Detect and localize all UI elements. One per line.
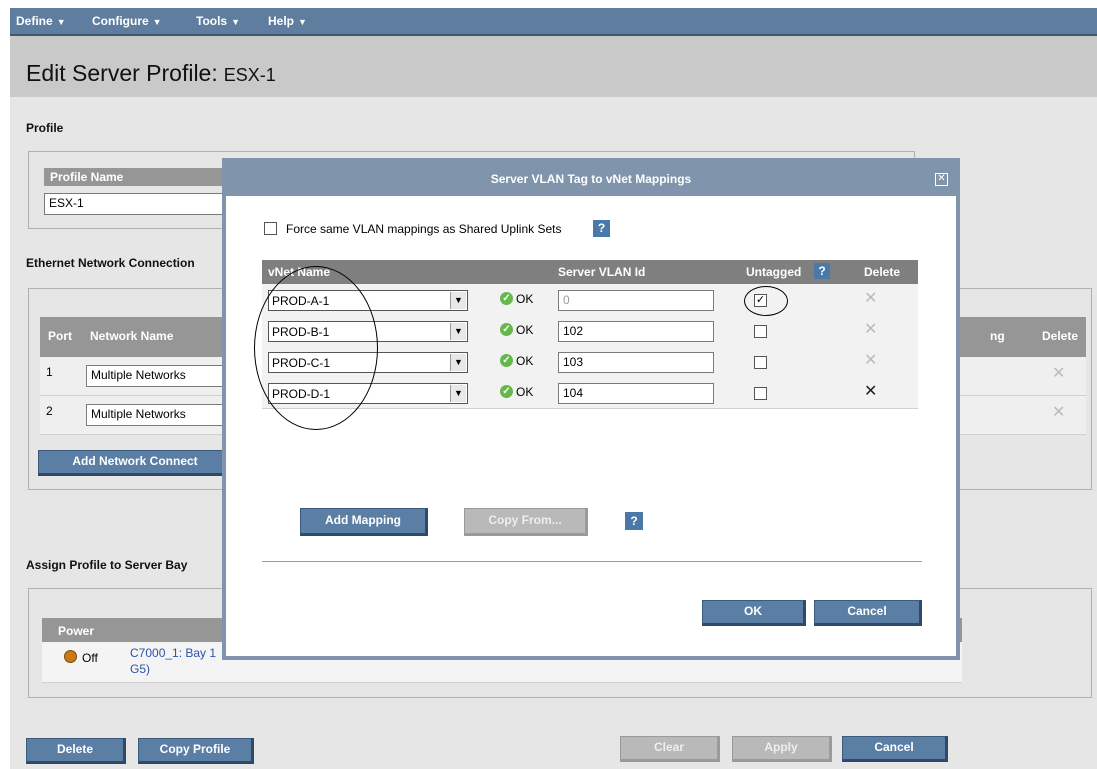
status-text: OK xyxy=(516,385,534,399)
port-cell: 2 xyxy=(46,404,53,418)
ethernet-heading: Ethernet Network Connection xyxy=(26,256,195,270)
bay-link[interactable]: C7000_1: Bay 1 xyxy=(130,646,216,660)
menu-define-label: Define xyxy=(16,14,53,28)
untagged-checkbox[interactable] xyxy=(754,325,767,338)
mapping-table-header: vNet Name Server VLAN Id Untagged ? Dele… xyxy=(262,260,918,284)
col-untagged: Untagged xyxy=(746,265,802,279)
menu-configure-label: Configure xyxy=(92,14,149,28)
force-vlan-label: Force same VLAN mappings as Shared Uplin… xyxy=(286,222,562,236)
vlan-id-input[interactable]: 102 xyxy=(558,321,714,342)
untagged-checkbox[interactable] xyxy=(754,356,767,369)
ok-check-icon: ✓ xyxy=(500,323,513,336)
vlan-id-input[interactable]: 0 xyxy=(558,290,714,311)
untagged-checkbox[interactable] xyxy=(754,387,767,400)
cancel-button[interactable]: Cancel xyxy=(842,736,948,762)
divider xyxy=(262,561,922,562)
menu-tools[interactable]: Tools ▼ xyxy=(196,14,240,28)
force-vlan-checkbox[interactable] xyxy=(264,222,277,235)
chevron-down-icon: ▼ xyxy=(450,292,466,309)
power-off-icon xyxy=(64,650,77,663)
page-title: Edit Server Profile: ESX-1 xyxy=(26,60,276,87)
chevron-down-icon: ▼ xyxy=(152,17,162,27)
menu-bar: Define ▼ Configure ▼ Tools ▼ Help ▼ xyxy=(10,8,1097,36)
chevron-down-icon: ▼ xyxy=(450,323,466,340)
delete-button[interactable]: Delete xyxy=(26,738,126,764)
clear-button[interactable]: Clear xyxy=(620,736,720,762)
network-select[interactable]: Multiple Networks xyxy=(86,365,226,387)
annotation-ellipse-untagged xyxy=(744,286,788,316)
delete-icon[interactable]: ✕ xyxy=(864,381,877,401)
profile-name-header: Profile Name xyxy=(44,168,224,186)
status-text: OK xyxy=(516,323,534,337)
menu-tools-label: Tools xyxy=(196,14,228,28)
add-mapping-button[interactable]: Add Mapping xyxy=(300,508,428,536)
delete-icon[interactable]: ✕ xyxy=(1052,363,1065,383)
cancel-button[interactable]: Cancel xyxy=(814,600,922,626)
col-power: Power xyxy=(58,624,95,638)
col-network-name: Network Name xyxy=(90,329,174,343)
help-icon[interactable]: ? xyxy=(593,220,610,237)
menu-configure[interactable]: Configure ▼ xyxy=(92,14,162,28)
chevron-down-icon: ▼ xyxy=(298,17,307,27)
help-icon[interactable]: ? xyxy=(625,512,643,530)
delete-icon[interactable]: ✕ xyxy=(864,350,877,370)
delete-icon[interactable]: ✕ xyxy=(864,288,877,308)
assign-heading: Assign Profile to Server Bay xyxy=(26,558,188,572)
ok-check-icon: ✓ xyxy=(500,292,513,305)
status-text: OK xyxy=(516,354,534,368)
add-network-connection-button[interactable]: Add Network Connect xyxy=(38,450,234,476)
vlan-mapping-dialog: Server VLAN Tag to vNet Mappings ✕ Force… xyxy=(222,158,960,660)
delete-icon[interactable]: ✕ xyxy=(1052,402,1065,422)
status-text: OK xyxy=(516,292,534,306)
profile-name-input[interactable]: ESX-1 xyxy=(44,193,224,215)
network-select[interactable]: Multiple Networks xyxy=(86,404,226,426)
delete-icon[interactable]: ✕ xyxy=(864,319,877,339)
chevron-down-icon: ▼ xyxy=(450,385,466,402)
help-icon[interactable]: ? xyxy=(814,263,830,279)
profile-heading: Profile xyxy=(26,121,64,135)
chevron-down-icon: ▼ xyxy=(450,354,466,371)
col-delete: Delete xyxy=(864,265,901,279)
col-port: Port xyxy=(48,329,72,343)
vlan-id-input[interactable]: 104 xyxy=(558,383,714,404)
ok-button[interactable]: OK xyxy=(702,600,806,626)
chevron-down-icon: ▼ xyxy=(56,17,66,27)
menu-help[interactable]: Help ▼ xyxy=(268,14,307,28)
menu-help-label: Help xyxy=(268,14,295,28)
col-partial: ng xyxy=(990,329,1005,343)
ok-check-icon: ✓ xyxy=(500,385,513,398)
col-vlan-id: Server VLAN Id xyxy=(558,265,646,279)
page-title-profile: ESX-1 xyxy=(223,65,276,85)
copy-from-button[interactable]: Copy From... xyxy=(464,508,588,536)
port-cell: 1 xyxy=(46,365,53,379)
ok-check-icon: ✓ xyxy=(500,354,513,367)
close-icon[interactable]: ✕ xyxy=(935,173,948,186)
vlan-id-input[interactable]: 103 xyxy=(558,352,714,373)
annotation-ellipse-vnet xyxy=(254,266,378,430)
menu-define[interactable]: Define ▼ xyxy=(16,14,66,28)
bay-link-line2[interactable]: G5) xyxy=(130,662,150,676)
dialog-title: Server VLAN Tag to vNet Mappings xyxy=(226,162,956,196)
copy-profile-button[interactable]: Copy Profile xyxy=(138,738,254,764)
apply-button[interactable]: Apply xyxy=(732,736,832,762)
page-title-text: Edit Server Profile: xyxy=(26,60,218,86)
chevron-down-icon: ▼ xyxy=(231,17,241,27)
power-state: Off xyxy=(82,651,98,665)
col-delete: Delete xyxy=(1042,329,1079,343)
